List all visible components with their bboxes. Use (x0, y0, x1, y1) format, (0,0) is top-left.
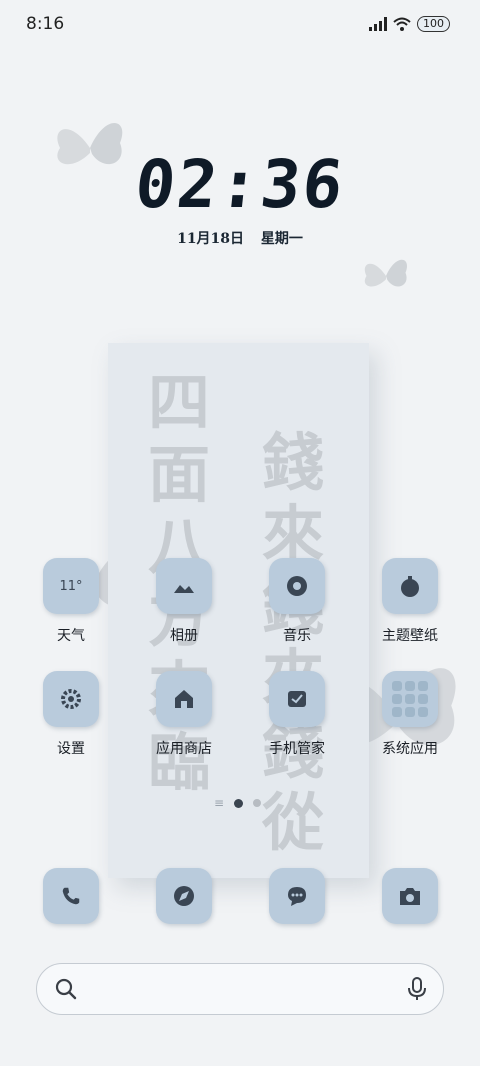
folder-icon (382, 671, 438, 727)
app-settings[interactable]: 设置 (16, 671, 126, 758)
music-icon (269, 558, 325, 614)
page-dot-active[interactable] (234, 798, 244, 808)
gallery-icon (156, 558, 212, 614)
app-label: 相册 (170, 628, 198, 644)
butterfly-decoration-icon (364, 259, 407, 287)
page-indicator[interactable]: ≡ (214, 796, 262, 810)
battery-indicator: 100 (417, 16, 450, 32)
messages-icon[interactable] (269, 868, 325, 924)
app-gallery[interactable]: 相册 (129, 558, 239, 645)
search-bar[interactable] (36, 963, 444, 1015)
app-system-folder[interactable]: 系统应用 (355, 671, 465, 758)
weather-temp: 11° (59, 578, 83, 594)
app-themes[interactable]: 主题壁纸 (355, 558, 465, 645)
status-time: 8:16 (26, 14, 65, 34)
themes-icon (382, 558, 438, 614)
security-icon (269, 671, 325, 727)
page-list-icon[interactable]: ≡ (214, 796, 224, 810)
date-label: 11月18日 (177, 231, 245, 247)
settings-gear-icon (43, 671, 99, 727)
app-weather[interactable]: 11° 天气 (16, 558, 126, 645)
weather-icon: 11° (43, 558, 99, 614)
browser-icon[interactable] (156, 868, 212, 924)
app-label: 主题壁纸 (382, 628, 438, 644)
app-store[interactable]: 应用商店 (129, 671, 239, 758)
weekday-label: 星期一 (260, 231, 303, 247)
camera-icon[interactable] (382, 868, 438, 924)
app-label: 手机管家 (269, 741, 325, 757)
app-music[interactable]: 音乐 (242, 558, 352, 645)
signal-icon (369, 17, 387, 31)
page-dot[interactable] (253, 799, 262, 807)
clock-widget-date: 11月18日 星期一 (0, 228, 480, 248)
app-store-icon (156, 671, 212, 727)
clock-widget-time[interactable]: 02:36 (0, 146, 480, 223)
status-icons: 100 (369, 16, 450, 32)
app-label: 应用商店 (156, 741, 212, 757)
status-bar: 8:16 100 (0, 0, 480, 52)
wifi-icon (393, 17, 411, 31)
microphone-icon[interactable] (407, 977, 427, 1001)
app-label: 音乐 (283, 628, 311, 644)
app-label: 设置 (57, 741, 85, 757)
app-label: 系统应用 (382, 741, 438, 757)
app-label: 天气 (57, 628, 85, 644)
phone-icon[interactable] (43, 868, 99, 924)
app-security[interactable]: 手机管家 (242, 671, 352, 758)
search-icon[interactable] (55, 978, 77, 1000)
